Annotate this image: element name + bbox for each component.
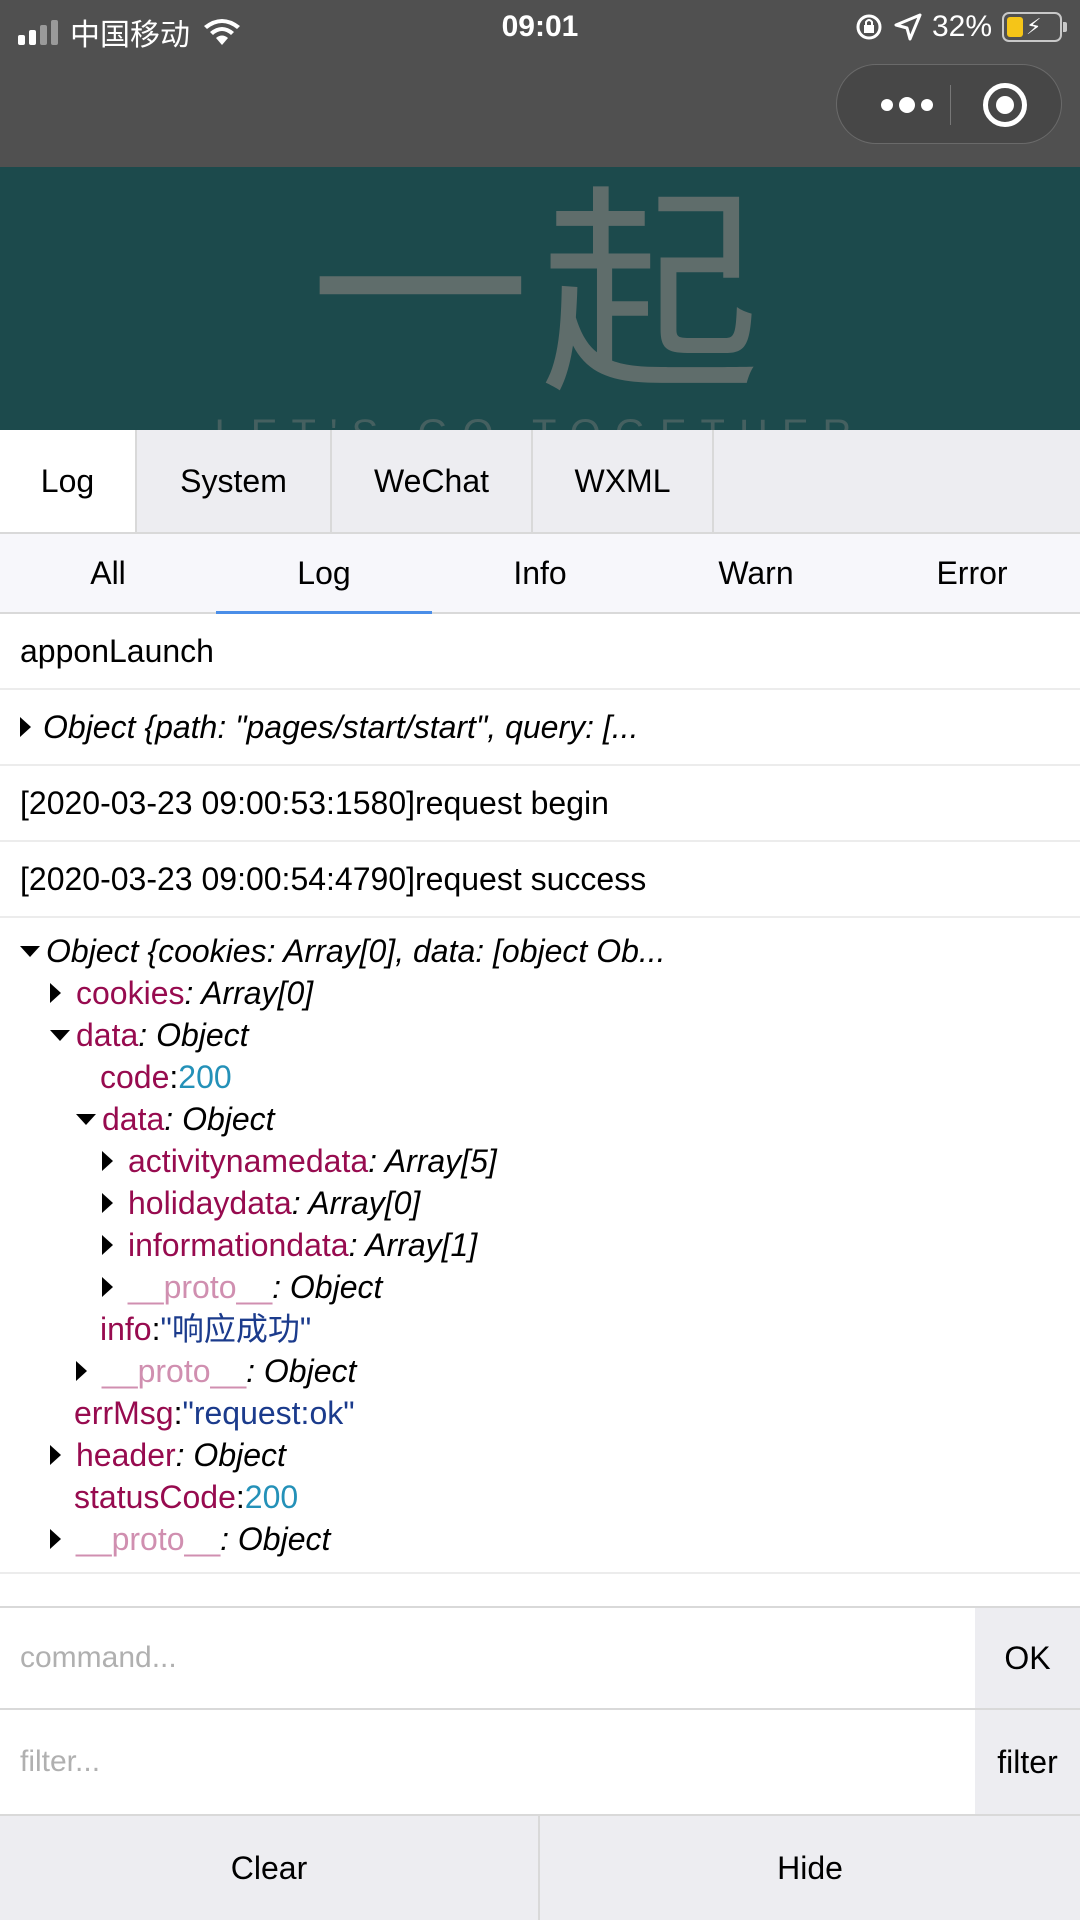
log-list: apponLaunch Object {path: "pages/start/s…	[0, 614, 1080, 1574]
tree-node-info: info: "响应成功"	[100, 1311, 312, 1347]
command-bar: OK	[0, 1606, 1080, 1710]
banner-title: 一起	[309, 167, 770, 423]
expand-arrow-icon[interactable]	[102, 1193, 113, 1213]
tree-node-proto[interactable]: __proto__: Object	[20, 1518, 1080, 1560]
battery-percent: 32%	[931, 10, 992, 43]
tree-node-cookies[interactable]: cookies: Array[0]	[20, 972, 1080, 1014]
location-icon	[894, 13, 922, 41]
tree-node-proto[interactable]: __proto__: Object	[20, 1350, 1080, 1392]
tree-node-activitynamedata[interactable]: activitynamedata: Array[5]	[20, 1140, 1080, 1182]
mini-program-capsule	[836, 64, 1062, 144]
expand-arrow-icon[interactable]	[50, 1445, 61, 1465]
console-bottom-bar: Clear Hide	[0, 1816, 1080, 1920]
rotation-lock-icon	[856, 14, 882, 40]
tree-node-data[interactable]: data: Object	[20, 1014, 1080, 1056]
log-row: [2020-03-23 09:00:53:1580]request begin	[0, 766, 1080, 842]
log-row: apponLaunch	[0, 614, 1080, 690]
tab-wechat[interactable]: WeChat	[332, 430, 533, 532]
tab-system[interactable]: System	[137, 430, 332, 532]
expand-arrow-icon[interactable]	[102, 1151, 113, 1171]
expand-arrow-icon[interactable]	[50, 1529, 61, 1549]
subtab-warn[interactable]: Warn	[648, 534, 864, 612]
command-input[interactable]	[0, 1608, 975, 1708]
more-icon[interactable]	[867, 65, 947, 145]
page-banner: 一起 LET'S GO TOGETHER	[0, 167, 1080, 430]
battery-icon: ⚡	[1002, 12, 1067, 42]
close-target-icon[interactable]	[983, 83, 1027, 127]
hide-button[interactable]: Hide	[540, 1816, 1080, 1920]
collapse-arrow-icon[interactable]	[20, 945, 40, 957]
expand-arrow-icon[interactable]	[50, 983, 61, 1003]
log-object-tree: Object {cookies: Array[0], data: [object…	[0, 918, 1080, 1574]
tree-node-holidaydata[interactable]: holidaydata: Array[0]	[20, 1182, 1080, 1224]
subtab-info[interactable]: Info	[432, 534, 648, 612]
tree-node-informationdata[interactable]: informationdata: Array[1]	[20, 1224, 1080, 1266]
banner-subtitle: LET'S GO TOGETHER	[0, 412, 1080, 430]
tree-node-code: code: 200	[100, 1059, 232, 1095]
expand-arrow-icon[interactable]	[102, 1235, 113, 1255]
expand-arrow-icon[interactable]	[102, 1277, 113, 1297]
filter-bar: filter	[0, 1710, 1080, 1816]
ok-button[interactable]: OK	[975, 1608, 1080, 1708]
filter-button[interactable]: filter	[975, 1710, 1080, 1814]
tree-node-errmsg: errMsg: "request:ok"	[74, 1395, 355, 1431]
log-level-tabs: All Log Info Warn Error	[0, 534, 1080, 614]
vconsole-panel: Log System WeChat WXML All Log Info Warn…	[0, 430, 1080, 1920]
subtab-error[interactable]: Error	[864, 534, 1080, 612]
subtab-log[interactable]: Log	[216, 534, 432, 614]
console-tabbar: Log System WeChat WXML	[0, 430, 1080, 534]
top-bar: 中国移动 09:01 32% ⚡	[0, 0, 1080, 167]
tree-node-statuscode: statusCode: 200	[74, 1479, 299, 1515]
tree-node-inner-data[interactable]: data: Object	[20, 1098, 1080, 1140]
log-row: [2020-03-23 09:00:54:4790]request succes…	[0, 842, 1080, 918]
collapse-arrow-icon[interactable]	[50, 1029, 70, 1041]
log-row-object[interactable]: Object {path: "pages/start/start", query…	[0, 690, 1080, 766]
expand-arrow-icon[interactable]	[76, 1361, 87, 1381]
tree-root[interactable]: Object {cookies: Array[0], data: [object…	[20, 930, 1080, 972]
collapse-arrow-icon[interactable]	[76, 1113, 96, 1125]
expand-arrow-icon[interactable]	[20, 717, 31, 737]
tab-wxml[interactable]: WXML	[533, 430, 714, 532]
tree-node-proto[interactable]: __proto__: Object	[20, 1266, 1080, 1308]
clear-button[interactable]: Clear	[0, 1816, 540, 1920]
tab-log[interactable]: Log	[0, 430, 137, 532]
filter-input[interactable]	[0, 1710, 975, 1814]
tree-node-header[interactable]: header: Object	[20, 1434, 1080, 1476]
subtab-all[interactable]: All	[0, 534, 216, 612]
status-bar: 中国移动 09:01 32% ⚡	[0, 0, 1080, 54]
